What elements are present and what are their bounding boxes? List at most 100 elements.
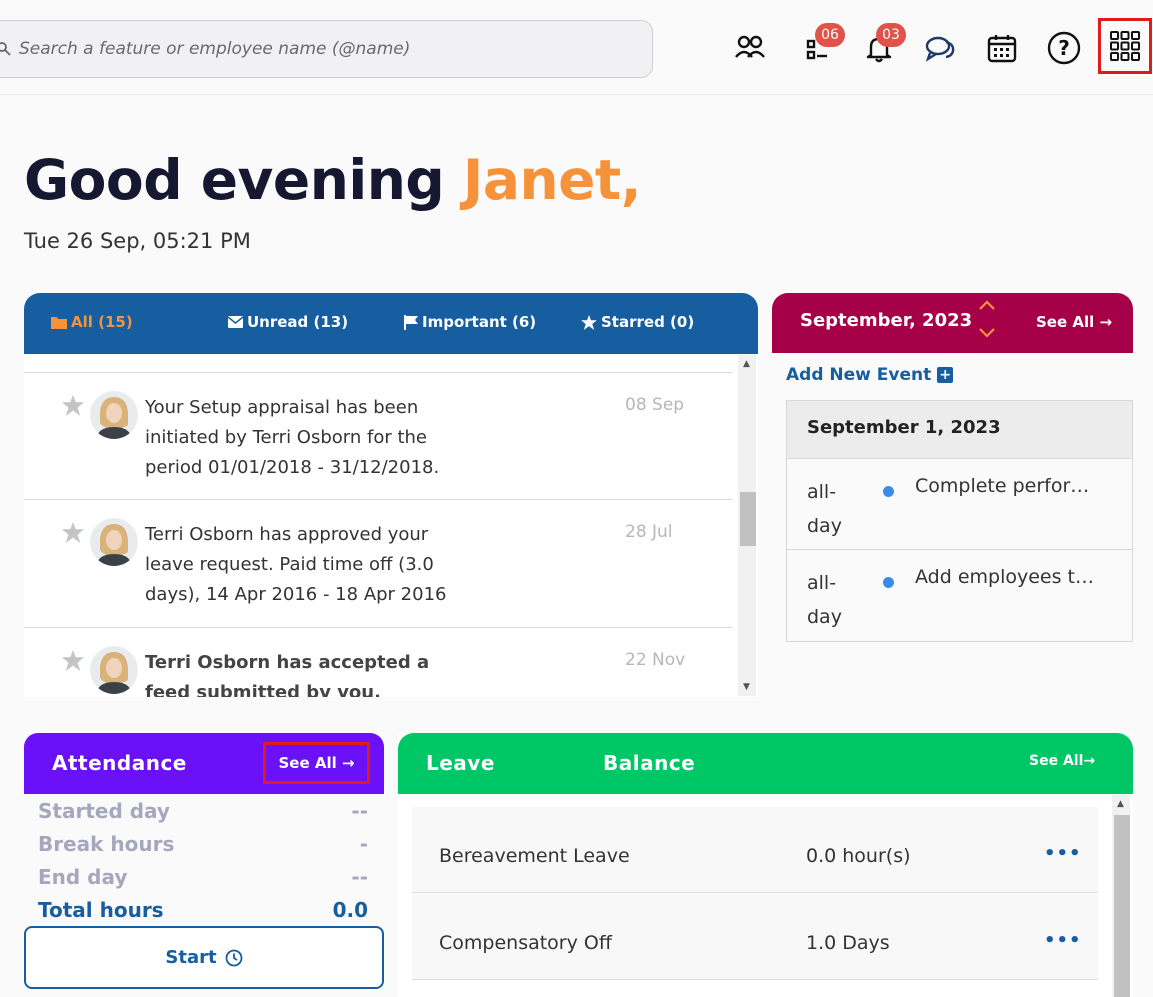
avatar — [90, 518, 138, 566]
star-toggle-icon[interactable] — [62, 650, 84, 671]
leave-header: Leave Balance See All→ — [398, 733, 1133, 794]
people-icon[interactable] — [732, 30, 768, 66]
event-dot-icon — [883, 577, 894, 588]
event-title: Complete perfor… — [915, 475, 1090, 497]
apps-grid-icon — [1110, 31, 1140, 61]
star-toggle-icon[interactable] — [62, 522, 84, 543]
clock-icon — [225, 949, 242, 966]
calendar-see-all-link[interactable]: See All → — [1036, 313, 1112, 331]
greeting-prefix: Good evening — [24, 148, 463, 212]
search-input[interactable] — [19, 39, 619, 59]
message-date: 22 Nov — [625, 650, 686, 670]
bell-icon[interactable]: 03 — [861, 23, 906, 66]
tab-starred-label: Starred (0) — [601, 313, 695, 331]
list-item[interactable]: Terri Osborn has approved your leave req… — [24, 499, 733, 627]
start-button-label: Start — [165, 947, 217, 968]
add-event-button[interactable]: Add New Event + — [786, 365, 954, 385]
chevron-down-icon[interactable] — [978, 327, 996, 339]
attendance-see-all-link[interactable]: See All → — [263, 742, 370, 784]
message-date: 08 Sep — [625, 395, 685, 415]
tab-all[interactable]: All (15) — [51, 313, 133, 331]
tab-important-label: Important (6) — [422, 313, 537, 331]
help-icon[interactable]: ? — [1046, 30, 1082, 66]
notifications-badge: 03 — [876, 23, 906, 47]
more-options-icon[interactable]: ••• — [1044, 930, 1082, 951]
attendance-row-total-hours: Total hours 0.0 — [38, 898, 368, 922]
svg-text:?: ? — [1058, 36, 1070, 60]
scroll-up-icon[interactable]: ▲ — [743, 359, 750, 369]
message-text: Terri Osborn has approved your leave req… — [145, 524, 447, 605]
event-title: Add employees t… — [915, 566, 1094, 588]
message-text: Terri Osborn has accepted a feed submitt… — [145, 652, 430, 697]
apps-grid-button[interactable] — [1098, 18, 1152, 74]
greeting-user-name: Janet, — [462, 148, 642, 212]
message-text: Your Setup appraisal has been initiated … — [145, 397, 440, 478]
attendance-label: Break hours — [38, 832, 175, 856]
event-dot-icon — [883, 486, 894, 497]
plus-icon: + — [937, 367, 954, 383]
list-item[interactable]: Your Setup appraisal has been initiated … — [24, 372, 733, 499]
attendance-row-break-hours: Break hours - — [38, 832, 368, 856]
star-toggle-icon[interactable] — [62, 395, 84, 416]
scrollbar-thumb[interactable] — [1114, 815, 1130, 997]
event-time: all-day — [807, 572, 842, 628]
greeting-heading: Good evening Janet, — [24, 148, 642, 212]
calendar-events-table: September 1, 2023 all-day Complete perfo… — [786, 400, 1133, 642]
messages-scrollbar[interactable]: ▲ ▼ — [738, 355, 756, 696]
attendance-value: 0.0 — [332, 898, 368, 922]
calendar-event[interactable]: all-day Complete perfor… — [787, 459, 1132, 550]
leave-amount: 0.0 hour(s) — [806, 845, 911, 867]
calendar-panel: September, 2023 See All → Add New Event … — [772, 293, 1133, 707]
message-date: 28 Jul — [625, 522, 673, 542]
leave-amount: 1.0 Days — [806, 932, 890, 954]
start-button[interactable]: Start — [24, 926, 384, 989]
messages-tabs: All (15) Unread (13) Important (6) Starr… — [24, 293, 758, 354]
star-icon — [581, 314, 597, 330]
chat-icon[interactable] — [922, 30, 958, 66]
attendance-label: Total hours — [38, 898, 164, 922]
calendar-month: September, 2023 — [800, 310, 973, 331]
tab-important[interactable]: Important (6) — [404, 313, 536, 331]
scrollbar-thumb[interactable] — [740, 492, 756, 546]
more-options-icon[interactable]: ••• — [1044, 843, 1082, 864]
event-time: all-day — [807, 481, 842, 537]
leave-title: Leave — [426, 751, 495, 775]
leave-balance-panel: Leave Balance See All→ Bereavement Leave… — [398, 733, 1133, 997]
attendance-value: -- — [351, 799, 368, 823]
chevron-up-icon[interactable] — [978, 299, 996, 311]
leave-see-all-link[interactable]: See All→ — [1029, 753, 1095, 769]
calendar-event[interactable]: all-day Add employees t… — [787, 550, 1132, 641]
attendance-panel: Attendance See All → Started day -- Brea… — [24, 733, 384, 997]
leave-scrollbar[interactable]: ▲ — [1112, 795, 1130, 997]
attendance-value: -- — [351, 865, 368, 889]
search-box[interactable] — [0, 20, 653, 78]
calendar-icon[interactable] — [984, 30, 1020, 66]
envelope-icon — [228, 316, 243, 328]
attendance-title: Attendance — [52, 751, 187, 775]
leave-type: Compensatory Off — [439, 932, 612, 954]
list-item[interactable]: Terri Osborn has accepted a feed submitt… — [24, 627, 733, 697]
table-row: Bereavement Leave 0.0 hour(s) ••• — [412, 807, 1098, 893]
tab-starred[interactable]: Starred (0) — [581, 313, 694, 331]
attendance-label: End day — [38, 865, 128, 889]
avatar — [90, 391, 138, 439]
calendar-date-header: September 1, 2023 — [787, 401, 1132, 459]
scroll-up-icon[interactable]: ▲ — [1117, 799, 1124, 809]
leave-type: Bereavement Leave — [439, 845, 630, 867]
tasks-badge: 06 — [815, 23, 845, 47]
attendance-label: Started day — [38, 799, 170, 823]
add-event-label: Add New Event — [786, 365, 932, 385]
search-icon — [0, 42, 11, 56]
flag-icon — [404, 314, 418, 330]
avatar — [90, 646, 138, 694]
balance-title: Balance — [603, 751, 696, 775]
table-row: Compensatory Off 1.0 Days ••• — [412, 894, 1098, 980]
tab-unread[interactable]: Unread (13) — [228, 313, 348, 331]
tasks-icon[interactable]: 06 — [800, 23, 845, 66]
folder-icon — [51, 316, 67, 329]
tab-all-label: All (15) — [71, 313, 133, 331]
top-bar: 06 03 ? — [0, 0, 1153, 95]
calendar-header: September, 2023 See All → — [772, 293, 1133, 353]
scroll-down-icon[interactable]: ▼ — [743, 682, 750, 692]
attendance-header: Attendance See All → — [24, 733, 384, 794]
